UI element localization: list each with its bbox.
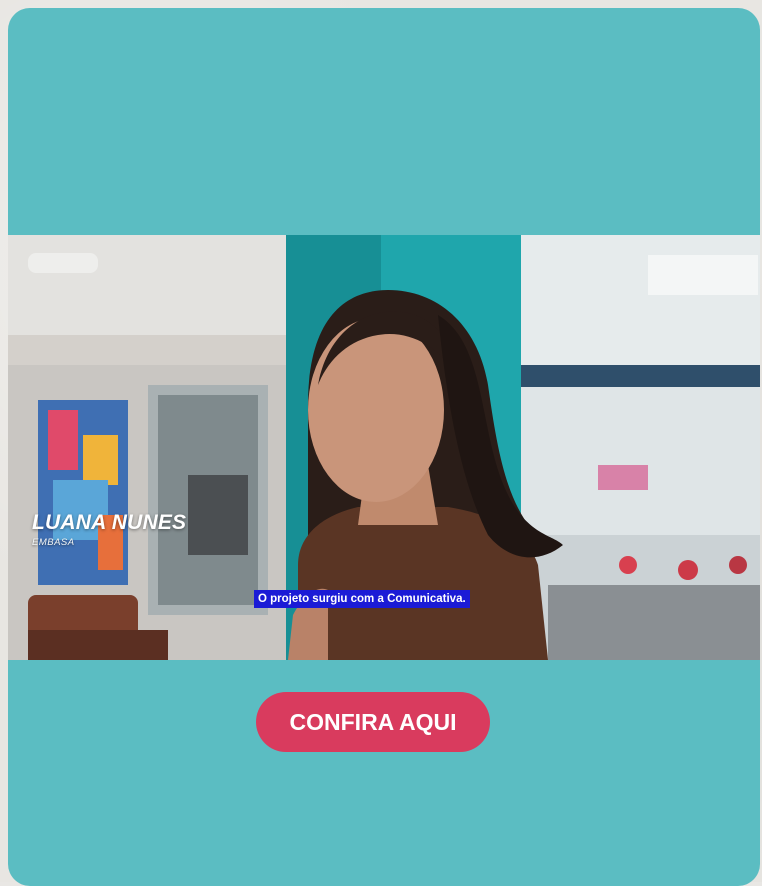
content-card: LUANA NUNES EMBASA O projeto surgiu com …: [8, 8, 760, 886]
video-player[interactable]: LUANA NUNES EMBASA O projeto surgiu com …: [8, 235, 760, 660]
lower-third-caption: LUANA NUNES EMBASA: [32, 511, 186, 548]
video-subtitle: O projeto surgiu com a Comunicativa.: [254, 590, 470, 608]
confira-aqui-button[interactable]: CONFIRA AQUI: [256, 692, 490, 752]
speaker-organization: EMBASA: [32, 537, 75, 548]
speaker-name: LUANA NUNES: [32, 511, 187, 534]
